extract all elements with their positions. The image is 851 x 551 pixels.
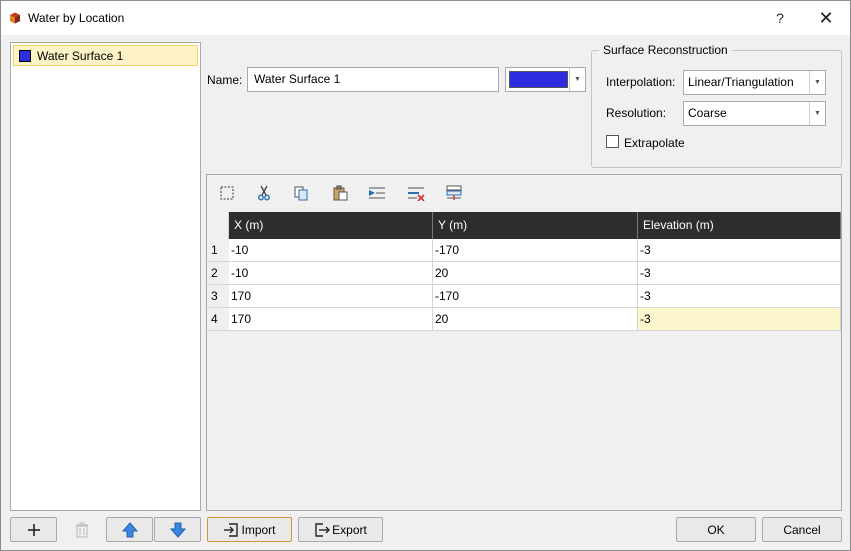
column-header-y[interactable]: Y (m) xyxy=(433,212,638,239)
plus-icon xyxy=(27,523,40,536)
surface-list[interactable]: Water Surface 1 xyxy=(10,42,201,511)
insert-row-button[interactable] xyxy=(366,183,388,203)
move-up-button[interactable] xyxy=(106,517,153,542)
delete-row-button[interactable] xyxy=(405,183,427,203)
chevron-down-icon[interactable]: ▼ xyxy=(569,68,585,91)
surface-list-item-label: Water Surface 1 xyxy=(37,48,124,63)
color-swatch xyxy=(509,71,568,88)
app-icon xyxy=(10,12,20,24)
delete-surface-button[interactable] xyxy=(58,517,105,542)
paste-button[interactable] xyxy=(329,183,351,203)
export-label: Export xyxy=(332,522,367,537)
select-all-icon xyxy=(220,186,234,200)
import-icon xyxy=(224,522,239,537)
interpolation-label: Interpolation: xyxy=(606,75,676,89)
resolution-value: Coarse xyxy=(688,106,727,120)
grid-toolbar xyxy=(207,175,841,211)
trash-icon xyxy=(75,522,88,537)
table-corner[interactable] xyxy=(207,212,229,239)
ok-button[interactable]: OK xyxy=(676,517,756,542)
insert-row-icon xyxy=(369,187,385,199)
column-header-x[interactable]: X (m) xyxy=(229,212,433,239)
surface-color-swatch xyxy=(19,49,31,62)
cell-y[interactable]: 20 xyxy=(433,262,638,285)
column-header-elevation[interactable]: Elevation (m) xyxy=(638,212,841,239)
name-label: Name: xyxy=(207,73,243,87)
cell-elevation[interactable]: -3 xyxy=(638,285,841,308)
interpolation-select[interactable]: Linear/Triangulation ▼ xyxy=(683,70,826,95)
dialog-window: Water by Location ? ✕ Water Surface 1 Na… xyxy=(0,0,851,551)
close-button[interactable]: ✕ xyxy=(809,5,843,31)
paste-icon xyxy=(333,185,348,201)
row-number[interactable]: 4 xyxy=(207,308,229,331)
window-title: Water by Location xyxy=(28,11,125,25)
table-header: X (m) Y (m) Elevation (m) xyxy=(207,212,841,239)
cell-elevation-selected[interactable]: -3 xyxy=(638,308,841,331)
cell-x[interactable]: 170 xyxy=(229,308,433,331)
append-row-button[interactable] xyxy=(443,183,465,203)
cell-x[interactable]: -10 xyxy=(229,262,433,285)
chevron-down-icon[interactable]: ▼ xyxy=(809,102,825,125)
help-button[interactable]: ? xyxy=(763,5,797,31)
cell-elevation[interactable]: -3 xyxy=(638,239,841,262)
row-number[interactable]: 2 xyxy=(207,262,229,285)
cell-x[interactable]: -10 xyxy=(229,239,433,262)
row-number[interactable]: 1 xyxy=(207,239,229,262)
cell-y[interactable]: -170 xyxy=(433,285,638,308)
table-row: 1 -10 -170 -3 xyxy=(207,239,841,262)
copy-icon xyxy=(294,186,308,201)
export-button[interactable]: Export xyxy=(298,517,383,542)
close-icon: ✕ xyxy=(818,7,834,28)
select-all-button[interactable] xyxy=(216,183,238,203)
cut-icon xyxy=(258,185,270,201)
append-row-icon xyxy=(446,185,462,200)
cancel-button[interactable]: Cancel xyxy=(762,517,842,542)
delete-row-icon xyxy=(408,187,425,201)
move-down-button[interactable] xyxy=(154,517,201,542)
interpolation-value: Linear/Triangulation xyxy=(688,75,794,89)
resolution-select[interactable]: Coarse ▼ xyxy=(683,101,826,126)
table-row: 4 170 20 -3 xyxy=(207,308,841,331)
arrow-up-icon xyxy=(121,521,138,537)
chevron-down-icon[interactable]: ▼ xyxy=(809,71,825,94)
surface-reconstruction-title: Surface Reconstruction xyxy=(599,43,732,57)
export-icon xyxy=(315,522,331,537)
add-surface-button[interactable] xyxy=(10,517,57,542)
table-row: 2 -10 20 -3 xyxy=(207,262,841,285)
import-button[interactable]: Import xyxy=(207,517,292,542)
arrow-down-icon xyxy=(169,522,186,538)
resolution-label: Resolution: xyxy=(606,106,667,120)
cell-elevation[interactable]: -3 xyxy=(638,262,841,285)
cell-y[interactable]: 20 xyxy=(433,308,638,331)
cut-button[interactable] xyxy=(253,183,275,203)
import-label: Import xyxy=(241,522,276,537)
copy-button[interactable] xyxy=(290,183,312,203)
cell-y[interactable]: -170 xyxy=(433,239,638,262)
surface-list-item[interactable]: Water Surface 1 xyxy=(13,45,198,66)
table-row: 3 170 -170 -3 xyxy=(207,285,841,308)
points-grid-panel: X (m) Y (m) Elevation (m) 1 -10 -170 -3 … xyxy=(206,174,842,511)
color-picker[interactable]: ▼ xyxy=(505,67,586,92)
title-bar: Water by Location ? ✕ xyxy=(1,1,850,35)
row-number[interactable]: 3 xyxy=(207,285,229,308)
cell-x[interactable]: 170 xyxy=(229,285,433,308)
extrapolate-label[interactable]: Extrapolate xyxy=(624,136,685,150)
extrapolate-checkbox[interactable] xyxy=(606,135,619,148)
help-icon: ? xyxy=(776,10,784,26)
name-input[interactable]: Water Surface 1 xyxy=(247,67,499,92)
